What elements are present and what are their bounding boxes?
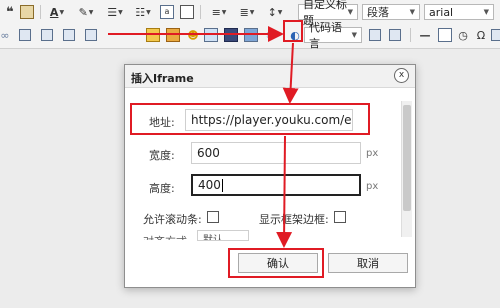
scrollbar-thumb[interactable]	[403, 105, 411, 211]
close-icon[interactable]: x	[394, 68, 409, 83]
align-select[interactable]: 默认	[197, 230, 249, 241]
template-icon[interactable]	[388, 27, 402, 43]
image-float-right-icon[interactable]	[84, 27, 98, 43]
map-icon[interactable]	[204, 27, 218, 43]
unlink-icon[interactable]	[40, 27, 54, 43]
quote-icon[interactable]: ❝	[3, 4, 17, 20]
scroll-checkbox[interactable]	[207, 211, 219, 223]
align-select-value: 默认	[203, 235, 223, 241]
height-input[interactable]: 400	[191, 174, 361, 196]
date-icon[interactable]	[438, 27, 452, 43]
cancel-button[interactable]: 取消	[328, 253, 408, 273]
text-cursor	[221, 178, 223, 192]
iframe-icon-highlight	[283, 20, 303, 42]
time-icon[interactable]: ◷	[456, 27, 470, 43]
heading-select[interactable]: 自定义标题 ▼	[298, 0, 358, 27]
page-break-icon[interactable]	[368, 27, 382, 43]
ok-button-highlight	[228, 248, 324, 278]
table-icon[interactable]	[490, 27, 500, 43]
width-unit: px	[366, 148, 379, 159]
dialog-title-bar[interactable]: 插入Iframe x	[125, 65, 415, 88]
align-label-partial: 对齐方式	[143, 233, 187, 240]
paragraph-select-value: 段落	[367, 6, 389, 19]
multi-image-icon[interactable]	[166, 27, 180, 43]
toolbar-separator	[410, 28, 411, 42]
indent-icon[interactable]: ≣ ▼	[236, 4, 258, 20]
paragraph-select[interactable]: 段落 ▼	[362, 4, 420, 20]
editor-toolbar: ❝ A ▼ ✎ ▼ ☰ ▼ ☷ ▼ a ≡ ▼ ≣ ▼ ↕ ▼ 自定义标题 ▼ 段落 ▼ aria…	[0, 0, 500, 61]
border-label: 显示框架边框:	[259, 213, 329, 226]
image-icon[interactable]	[146, 27, 160, 43]
width-input[interactable]: 600	[191, 142, 361, 164]
code-language-select-value: 代码语言	[309, 21, 342, 50]
font-family-select[interactable]: arial ▼	[424, 4, 494, 20]
font-color-label: A	[49, 5, 59, 19]
width-label: 宽度:	[149, 149, 175, 162]
horizontal-rule-icon[interactable]: —	[418, 27, 432, 43]
ordered-list-icon[interactable]: ☰ ▼	[104, 4, 126, 20]
scroll-label: 允许滚动条:	[143, 213, 202, 226]
height-unit: px	[366, 181, 379, 192]
toolbar-separator	[200, 5, 201, 19]
toolbar-row-2: ∞ ☻ ✂ ◐ 代码语言 ▼ — ◷ Ω	[0, 21, 500, 50]
paste-icon[interactable]	[20, 4, 34, 20]
code-language-select[interactable]: 代码语言 ▼	[304, 21, 362, 50]
align-icon[interactable]: ≡ ▼	[208, 4, 230, 20]
unordered-list-icon[interactable]: ☷ ▼	[132, 4, 154, 20]
select-all-icon[interactable]: a	[160, 4, 174, 20]
dialog-title: 插入Iframe	[131, 72, 194, 85]
height-label: 高度:	[149, 182, 175, 195]
border-checkbox[interactable]	[334, 211, 346, 223]
toolbar-row-1: ❝ A ▼ ✎ ▼ ☰ ▼ ☷ ▼ a ≡ ▼ ≣ ▼ ↕ ▼ 自定义标题 ▼ 段落 ▼ aria…	[0, 0, 500, 27]
video-icon[interactable]	[224, 27, 238, 43]
highlight-icon[interactable]: ✎ ▼	[74, 4, 98, 20]
line-height-icon[interactable]: ↕ ▼	[264, 4, 286, 20]
dialog-scrollbar[interactable]	[401, 101, 412, 237]
image-float-left-icon[interactable]	[62, 27, 76, 43]
attachment-icon[interactable]: ✂	[264, 27, 278, 43]
link-icon[interactable]: ∞	[0, 27, 10, 43]
toolbar-separator	[40, 5, 41, 19]
width-input-value: 600	[197, 146, 220, 160]
music-icon[interactable]	[244, 27, 258, 43]
height-input-value: 400	[198, 178, 221, 192]
emotion-icon[interactable]: ☻	[186, 27, 200, 43]
clear-format-icon[interactable]	[180, 4, 194, 20]
font-color-icon[interactable]: A ▼	[46, 4, 68, 20]
font-family-select-value: arial	[429, 5, 454, 19]
special-char-icon[interactable]: Ω	[474, 27, 488, 43]
address-highlight	[130, 103, 370, 135]
anchor-icon[interactable]	[18, 27, 32, 43]
